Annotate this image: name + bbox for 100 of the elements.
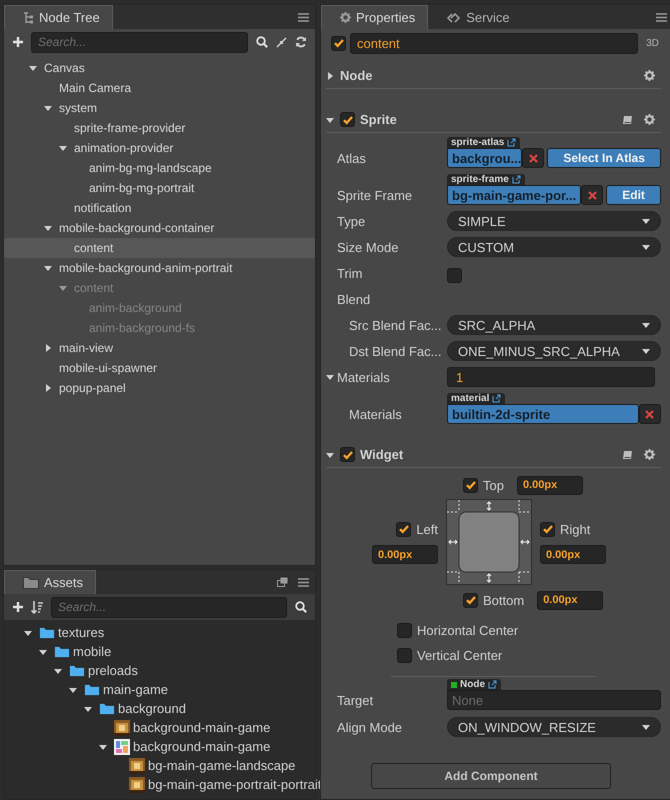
external-link-icon[interactable] <box>512 175 521 184</box>
margin-field[interactable]: 0.00px <box>372 545 438 564</box>
tree-row[interactable]: Main Camera <box>4 78 315 98</box>
clear-button[interactable] <box>522 148 544 168</box>
asset-field[interactable]: backgrou... <box>447 148 522 168</box>
margin-field[interactable]: 0.00px <box>516 476 583 494</box>
action-button[interactable]: Select In Atlas <box>547 148 661 168</box>
menu-icon[interactable] <box>298 578 309 586</box>
dropdown[interactable]: ON_WINDOW_RESIZE <box>447 717 661 737</box>
caret-icon[interactable] <box>326 373 334 381</box>
search-icon[interactable] <box>256 36 268 48</box>
tree-row[interactable]: anim-bg-mg-landscape <box>4 158 315 178</box>
caret-icon[interactable] <box>326 116 334 124</box>
tree-row[interactable]: mobile-ui-spawner <box>4 358 315 378</box>
asset-row[interactable]: main-game <box>4 680 322 699</box>
asset-row[interactable]: textures <box>4 623 322 642</box>
component-header[interactable]: Sprite <box>326 107 661 133</box>
component-header[interactable]: Node <box>326 63 661 89</box>
margin-field[interactable]: 0.00px <box>540 545 606 564</box>
external-link-icon[interactable] <box>492 394 502 403</box>
sort-icon[interactable] <box>31 600 43 614</box>
refresh-icon[interactable] <box>295 36 307 48</box>
gear-icon[interactable] <box>644 70 655 81</box>
search-field[interactable]: Search... <box>31 32 248 52</box>
asset-row[interactable]: background-main-game <box>4 737 322 756</box>
panel-tab[interactable]: Node Tree <box>4 5 113 29</box>
checkbox[interactable] <box>331 36 346 50</box>
clear-button[interactable] <box>581 185 604 205</box>
panel-tab[interactable]: Service <box>428 5 523 29</box>
tree-row[interactable]: system <box>4 98 315 118</box>
plus-icon[interactable] <box>13 37 23 47</box>
tree-row[interactable]: sprite-frame-provider <box>4 118 315 138</box>
checkbox[interactable] <box>540 522 555 536</box>
caret-icon[interactable] <box>84 704 92 712</box>
dropdown[interactable]: CUSTOM <box>447 237 661 257</box>
caret-icon[interactable] <box>54 666 62 674</box>
checkbox[interactable] <box>397 622 412 638</box>
caret-icon[interactable] <box>326 72 334 80</box>
caret-icon[interactable] <box>44 104 52 112</box>
menu-icon[interactable] <box>656 12 667 22</box>
gear-icon[interactable] <box>644 449 655 460</box>
caret-icon[interactable] <box>69 686 77 694</box>
count-field[interactable]: 1 <box>447 367 655 387</box>
search-field[interactable]: Search... <box>51 596 287 618</box>
search-icon[interactable] <box>295 601 307 613</box>
caret-icon[interactable] <box>44 344 52 352</box>
external-link-icon[interactable] <box>507 138 516 147</box>
checkbox[interactable] <box>463 592 478 608</box>
asset-row[interactable]: preloads <box>4 661 322 680</box>
asset-row[interactable]: bg-main-game-landscape <box>4 756 322 775</box>
checkbox[interactable] <box>340 447 355 462</box>
caret-icon[interactable] <box>642 723 650 731</box>
external-link-icon[interactable] <box>488 680 497 689</box>
tree-row[interactable]: mobile-background-anim-portrait <box>4 258 315 278</box>
tree-row[interactable]: content <box>4 238 315 258</box>
collapse-icon[interactable] <box>276 36 287 48</box>
plus-icon[interactable] <box>13 602 23 612</box>
caret-icon[interactable] <box>39 648 47 656</box>
asset-field[interactable]: bg-main-game-por... <box>447 185 582 205</box>
checkbox[interactable] <box>340 112 355 127</box>
caret-icon[interactable] <box>642 243 650 251</box>
caret-icon[interactable] <box>326 450 334 458</box>
caret-icon[interactable] <box>59 144 67 152</box>
caret-icon[interactable] <box>29 64 37 72</box>
component-header[interactable]: Widget <box>326 442 661 468</box>
caret-icon[interactable] <box>44 384 52 392</box>
dropdown[interactable]: SIMPLE <box>447 211 661 231</box>
caret-icon[interactable] <box>642 321 650 329</box>
asset-row[interactable]: mobile <box>4 642 322 661</box>
add-component-button[interactable]: Add Component <box>371 763 611 789</box>
target-field[interactable]: None <box>447 690 661 710</box>
caret-icon[interactable] <box>44 224 52 232</box>
tree-row[interactable]: notification <box>4 198 315 218</box>
tree-row[interactable]: animation-provider <box>4 138 315 158</box>
caret-icon[interactable] <box>44 264 52 272</box>
checkbox[interactable] <box>397 648 412 662</box>
caret-icon[interactable] <box>642 217 650 225</box>
menu-icon[interactable] <box>298 12 309 22</box>
checkbox[interactable] <box>396 522 412 536</box>
clear-button[interactable] <box>638 404 661 424</box>
checkbox[interactable] <box>447 268 462 283</box>
caret-icon[interactable] <box>99 742 107 750</box>
panel-tab[interactable]: Assets <box>4 570 96 594</box>
dropdown[interactable]: ONE_MINUS_SRC_ALPHA <box>447 341 661 361</box>
asset-row[interactable]: background-main-game <box>4 718 322 737</box>
asset-field[interactable]: builtin-2d-sprite <box>447 404 639 424</box>
book-icon[interactable] <box>622 450 633 460</box>
gear-icon[interactable] <box>644 114 655 125</box>
checkbox[interactable] <box>463 478 478 492</box>
tree-row[interactable]: anim-bg-mg-portrait <box>4 178 315 198</box>
tree-row[interactable]: Canvas <box>4 58 315 78</box>
asset-row[interactable]: background <box>4 699 322 718</box>
caret-icon[interactable] <box>24 628 32 636</box>
asset-row[interactable]: bg-main-game-portrait-portrait <box>4 775 322 794</box>
gear-icon[interactable] <box>340 12 351 23</box>
tree-row[interactable]: main-view <box>4 338 315 358</box>
panel-tab[interactable]: Properties <box>321 5 428 29</box>
dropdown[interactable]: SRC_ALPHA <box>447 315 661 335</box>
tree-row[interactable]: popup-panel <box>4 378 315 398</box>
margin-field[interactable]: 0.00px <box>537 590 604 610</box>
